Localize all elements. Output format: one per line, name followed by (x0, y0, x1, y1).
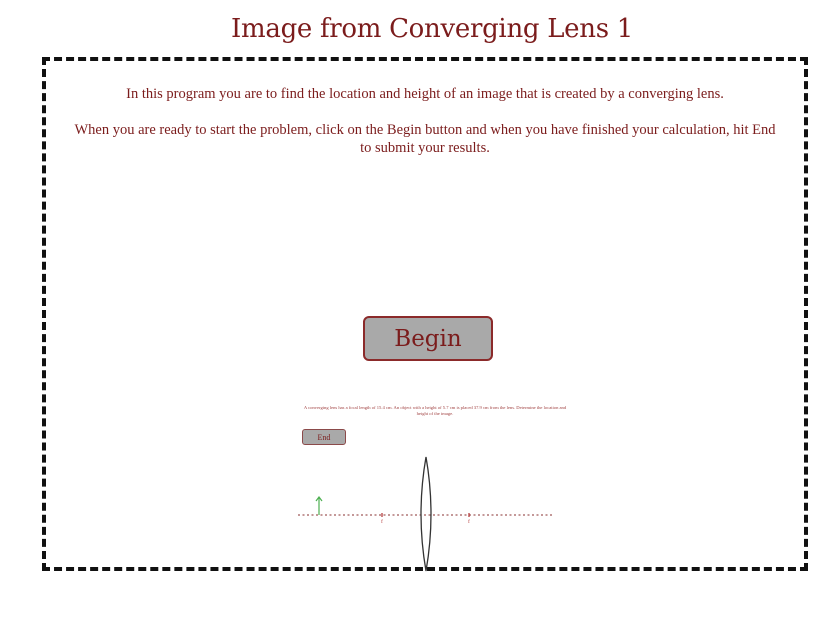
begin-button[interactable]: Begin (363, 316, 493, 361)
end-button[interactable]: End (302, 429, 346, 445)
page-title: Image from Converging Lens 1 (231, 14, 633, 44)
object-arrow (315, 496, 323, 515)
focal-label-left: f (381, 520, 383, 525)
focal-label-right: f (468, 520, 470, 525)
lens-diagram: f f (298, 456, 552, 572)
converging-lens (420, 456, 432, 572)
instructions-text: When you are ready to start the problem,… (74, 122, 776, 156)
intro-text: In this program you are to find the loca… (126, 86, 724, 102)
focal-point-left: f (381, 513, 383, 525)
problem-statement: A converging lens has a focal length of … (303, 405, 567, 416)
